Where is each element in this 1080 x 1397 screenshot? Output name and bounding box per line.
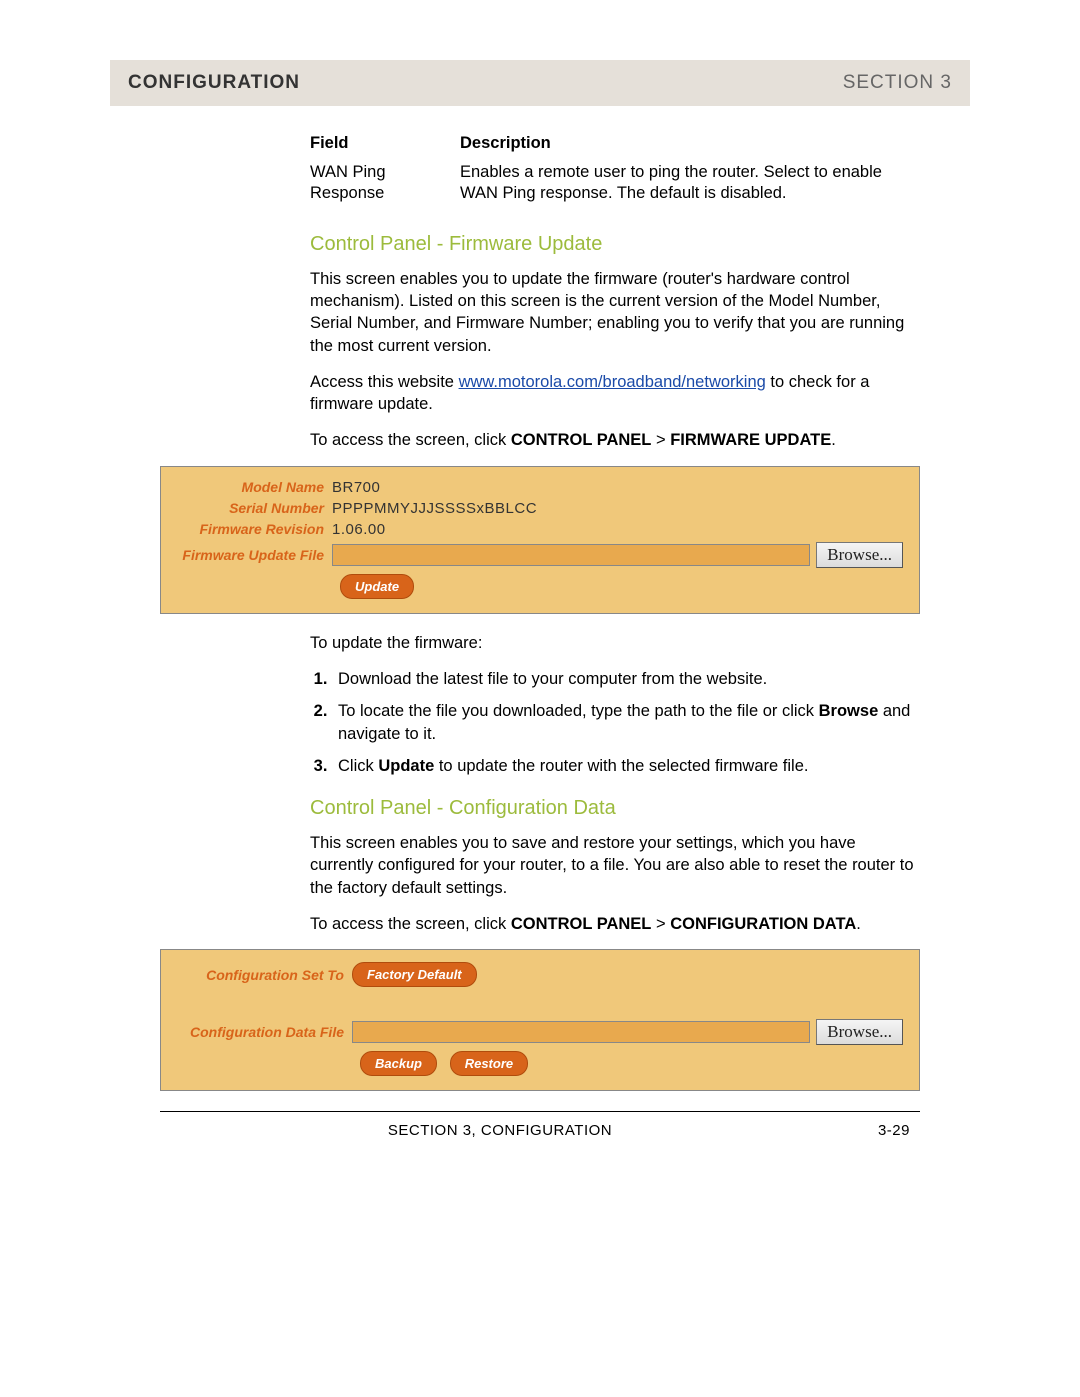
- motorola-link[interactable]: www.motorola.com/broadband/networking: [459, 373, 766, 391]
- firmware-steps: Download the latest file to your compute…: [310, 668, 920, 777]
- browse-button[interactable]: Browse...: [816, 542, 903, 568]
- page-header: CONFIGURATION SECTION 3: [110, 60, 970, 106]
- footer-divider: [160, 1111, 920, 1112]
- firmware-update-panel: Model Name BR700 Serial Number PPPPMMYJJ…: [160, 466, 920, 614]
- configdata-nav-instruction: To access the screen, click CONTROL PANE…: [310, 913, 920, 935]
- list-item: Download the latest file to your compute…: [332, 668, 920, 690]
- firmware-revision-value: 1.06.00: [332, 521, 386, 538]
- config-file-label: Configuration Data File: [177, 1024, 352, 1040]
- header-title: CONFIGURATION: [128, 72, 300, 94]
- backup-button[interactable]: Backup: [360, 1051, 437, 1076]
- firmware-nav-instruction: To access the screen, click CONTROL PANE…: [310, 429, 920, 451]
- table-row: WAN Ping Response Enables a remote user …: [310, 159, 920, 208]
- firmware-intro: This screen enables you to update the fi…: [310, 268, 920, 357]
- update-button[interactable]: Update: [340, 574, 414, 599]
- field-desc: Enables a remote user to ping the router…: [460, 159, 920, 208]
- list-item: To locate the file you downloaded, type …: [332, 700, 920, 745]
- firmware-heading: Control Panel - Firmware Update: [310, 233, 920, 256]
- serial-number-label: Serial Number: [177, 500, 332, 516]
- browse-button[interactable]: Browse...: [816, 1019, 903, 1045]
- configdata-intro: This screen enables you to save and rest…: [310, 832, 920, 899]
- serial-number-value: PPPPMMYJJJSSSSxBBLCC: [332, 500, 537, 517]
- firmware-file-label: Firmware Update File: [177, 547, 332, 563]
- header-section: SECTION 3: [843, 72, 952, 94]
- footer-section-label: SECTION 3, CONFIGURATION: [170, 1122, 830, 1139]
- firmware-access-link: Access this website www.motorola.com/bro…: [310, 371, 920, 416]
- list-item: Click Update to update the router with t…: [332, 755, 920, 777]
- model-name-label: Model Name: [177, 479, 332, 495]
- configdata-heading: Control Panel - Configuration Data: [310, 797, 920, 820]
- field-description-table: Field Description WAN Ping Response Enab…: [310, 131, 920, 208]
- model-name-value: BR700: [332, 479, 380, 496]
- config-file-input[interactable]: [352, 1021, 810, 1043]
- firmware-revision-label: Firmware Revision: [177, 521, 332, 537]
- config-set-to-label: Configuration Set To: [177, 967, 352, 983]
- restore-button[interactable]: Restore: [450, 1051, 528, 1076]
- configuration-data-panel: Configuration Set To Factory Default Con…: [160, 949, 920, 1091]
- col-desc-header: Description: [460, 131, 920, 159]
- steps-intro: To update the firmware:: [310, 632, 920, 654]
- factory-default-button[interactable]: Factory Default: [352, 962, 477, 987]
- col-field-header: Field: [310, 131, 460, 159]
- footer-page-number: 3-29: [830, 1122, 910, 1139]
- page-footer: SECTION 3, CONFIGURATION 3-29: [110, 1122, 970, 1139]
- firmware-file-input[interactable]: [332, 544, 810, 566]
- field-name: WAN Ping Response: [310, 159, 460, 208]
